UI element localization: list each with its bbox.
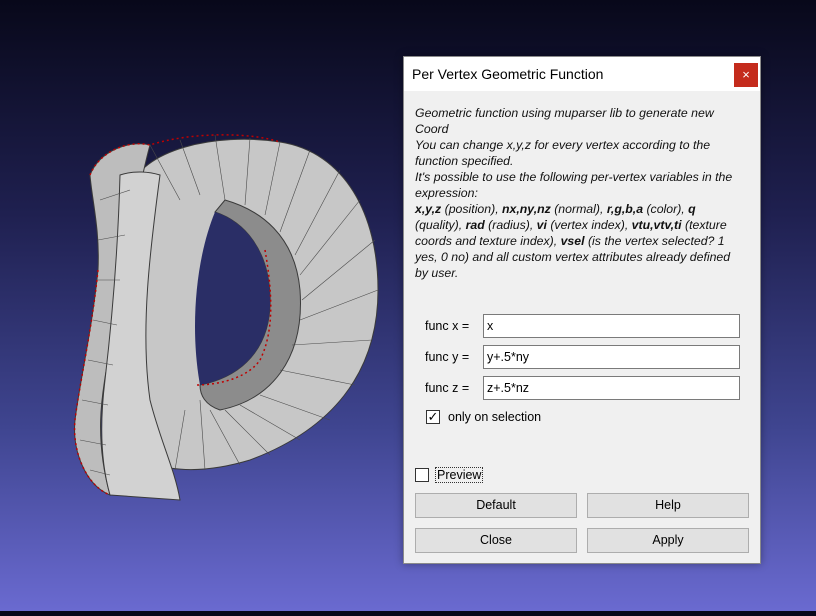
close-icon[interactable]: ×: [734, 63, 758, 87]
var-desc: (vertex index),: [546, 218, 632, 232]
apply-button[interactable]: Apply: [587, 528, 749, 553]
description-line: It's possible to use the following per-v…: [415, 170, 733, 200]
only-on-selection-checkbox[interactable]: ✓: [426, 410, 440, 424]
dialog-title: Per Vertex Geometric Function: [412, 66, 604, 82]
dialog-description: Geometric function using muparser lib to…: [415, 105, 745, 281]
var-name: rad: [465, 218, 485, 232]
func-z-label: func z =: [425, 381, 470, 395]
var-desc: (quality),: [415, 218, 466, 232]
func-z-input[interactable]: [483, 376, 740, 400]
description-line: Geometric function using muparser lib to…: [415, 106, 714, 136]
help-button[interactable]: Help: [587, 493, 749, 518]
var-name: vsel: [560, 234, 585, 248]
var-name: r,g,b,a: [606, 202, 644, 216]
preview-checkbox[interactable]: [415, 468, 429, 482]
var-desc: (radius),: [484, 218, 537, 232]
var-name: x,y,z: [415, 202, 442, 216]
var-name: vtu,vtv,ti: [631, 218, 682, 232]
only-on-selection-label[interactable]: only on selection: [448, 410, 541, 424]
description-variables: x,y,z (position), nx,ny,nz (normal), r,g…: [415, 201, 745, 281]
preview-label[interactable]: Preview: [435, 467, 484, 483]
var-desc: (color),: [643, 202, 689, 216]
func-y-label: func y =: [425, 350, 470, 364]
func-y-input[interactable]: [483, 345, 740, 369]
per-vertex-geometric-function-dialog: Per Vertex Geometric Function × Geometri…: [403, 56, 761, 564]
var-name: q: [688, 202, 696, 216]
func-x-label: func x =: [425, 319, 470, 333]
var-desc: (normal),: [550, 202, 607, 216]
description-line: You can change x,y,z for every vertex ac…: [415, 138, 711, 168]
func-x-input[interactable]: [483, 314, 740, 338]
dialog-titlebar[interactable]: Per Vertex Geometric Function ×: [404, 57, 760, 91]
var-name: vi: [536, 218, 547, 232]
var-name: nx,ny,nz: [502, 202, 551, 216]
var-desc: (position),: [441, 202, 503, 216]
default-button[interactable]: Default: [415, 493, 577, 518]
close-button[interactable]: Close: [415, 528, 577, 553]
